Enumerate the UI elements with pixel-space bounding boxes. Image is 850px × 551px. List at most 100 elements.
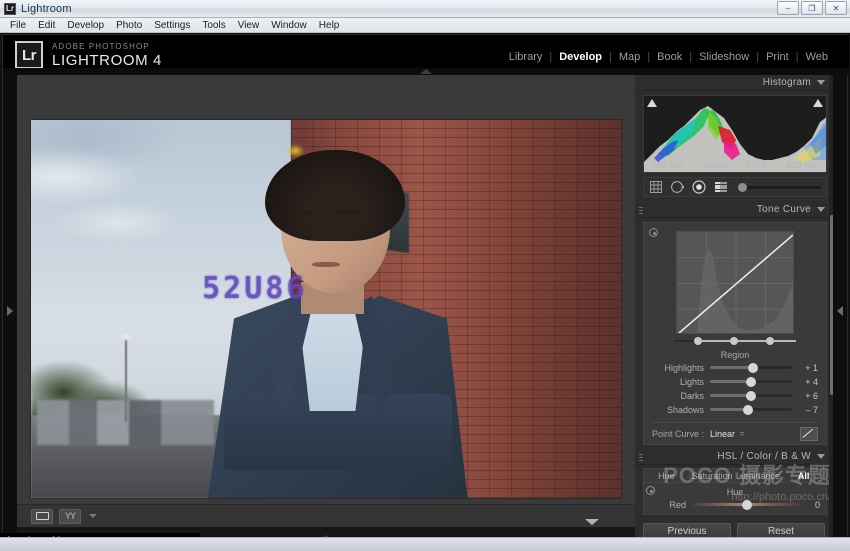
menu-item-settings[interactable]: Settings bbox=[148, 19, 196, 32]
region-split-shadow[interactable] bbox=[694, 337, 702, 345]
module-library[interactable]: Library bbox=[502, 51, 550, 63]
filmstrip-toggle-icon[interactable] bbox=[585, 519, 599, 525]
taskbar bbox=[0, 537, 850, 551]
menu-item-view[interactable]: View bbox=[232, 19, 266, 32]
module-map[interactable]: Map bbox=[612, 51, 647, 63]
maximize-icon: ❐ bbox=[808, 3, 816, 13]
chevron-left-icon bbox=[837, 306, 843, 316]
slider-hue-red[interactable]: Red 0 bbox=[650, 498, 820, 511]
slider-label-red: Red bbox=[669, 499, 686, 510]
exif-iso: ISO 640 bbox=[653, 160, 684, 170]
hsl-tab-all[interactable]: All bbox=[781, 471, 826, 481]
histogram-panel-header[interactable]: Histogram bbox=[635, 75, 835, 91]
slider-track-darks[interactable] bbox=[710, 390, 792, 401]
right-panel-collapse-handle[interactable] bbox=[833, 75, 847, 547]
slider-knob-lights[interactable] bbox=[746, 376, 756, 387]
tool-amount-slider[interactable] bbox=[738, 182, 821, 192]
slider-value-darks: + 6 bbox=[805, 390, 818, 401]
tone-curve-panel-header[interactable]: Tone Curve bbox=[635, 202, 835, 218]
slider-track-highlights[interactable] bbox=[710, 362, 792, 373]
maximize-button[interactable]: ❐ bbox=[801, 1, 823, 15]
photo-eye-left bbox=[293, 221, 312, 230]
point-curve-stepper-icon[interactable]: ≑ bbox=[739, 431, 745, 438]
tone-curve-title: Tone Curve bbox=[756, 204, 811, 215]
slider-label-shadows: Shadows bbox=[666, 404, 704, 415]
exif-aperture: f / 2.5 bbox=[746, 160, 767, 170]
menu-item-edit[interactable]: Edit bbox=[32, 19, 61, 32]
tone-curve-region-splits[interactable] bbox=[674, 337, 796, 345]
hsl-tab-luminance[interactable]: Luminance bbox=[736, 470, 782, 481]
top-panel-collapse-handle[interactable] bbox=[3, 68, 849, 75]
chevron-down-icon bbox=[817, 80, 825, 85]
slider-lights[interactable]: Lights + 4 bbox=[652, 375, 818, 388]
slider-knob-darks[interactable] bbox=[746, 390, 756, 401]
window-buttons: – ❐ ✕ bbox=[777, 1, 847, 15]
slider-track-red[interactable] bbox=[692, 499, 802, 510]
edit-point-curve-button[interactable] bbox=[800, 427, 818, 441]
slider-fill bbox=[710, 366, 753, 369]
chevron-down-icon[interactable] bbox=[89, 514, 97, 518]
hsl-tab-saturation[interactable]: Saturation bbox=[690, 470, 736, 481]
tone-curve-graph[interactable] bbox=[676, 231, 794, 334]
slider-value-highlights: + 1 bbox=[805, 362, 818, 373]
hsl-panel-header[interactable]: HSL / Color / B & W bbox=[635, 449, 835, 465]
spot-removal-icon[interactable] bbox=[670, 180, 685, 194]
menu-item-tools[interactable]: Tools bbox=[196, 19, 231, 32]
menu-item-file[interactable]: File bbox=[4, 19, 32, 32]
slider-knob-shadows[interactable] bbox=[742, 404, 753, 415]
slider-highlights[interactable]: Highlights + 1 bbox=[652, 361, 818, 374]
minimize-button[interactable]: – bbox=[777, 1, 799, 15]
crop-overlay-icon[interactable] bbox=[649, 180, 663, 194]
slider-track-lights[interactable] bbox=[710, 376, 792, 387]
panel-switch-icon[interactable] bbox=[639, 206, 643, 214]
menu-item-help[interactable]: Help bbox=[313, 19, 346, 32]
red-eye-icon[interactable] bbox=[692, 180, 706, 194]
histogram-title: Histogram bbox=[762, 77, 811, 88]
identity-plate[interactable]: Lr ADOBE PHOTOSHOP LIGHTROOM 4 bbox=[15, 41, 162, 69]
screen-root: Lr Lightroom – ❐ ✕ File Edit Develop Pho… bbox=[0, 0, 850, 551]
menu-item-develop[interactable]: Develop bbox=[61, 19, 110, 32]
before-after-button[interactable]: YY bbox=[59, 508, 81, 524]
panel-switch-icon[interactable] bbox=[639, 453, 643, 461]
menu-item-photo[interactable]: Photo bbox=[110, 19, 148, 32]
module-print[interactable]: Print bbox=[759, 51, 796, 63]
photo-streetlamp bbox=[125, 339, 128, 423]
lightroom-frame: Lr ADOBE PHOTOSHOP LIGHTROOM 4 Library |… bbox=[2, 34, 849, 547]
module-web[interactable]: Web bbox=[799, 51, 835, 63]
slider-track-shadows[interactable] bbox=[710, 404, 792, 415]
tone-curve-panel: Region Highlights + 1 Lights + 4 Darks +… bbox=[643, 222, 827, 445]
slider-shadows[interactable]: Shadows – 7 bbox=[652, 403, 818, 416]
region-split-mid[interactable] bbox=[730, 337, 738, 345]
right-panel: Histogram ISO 640 35 mm f / 2.5 1/50 sec… bbox=[635, 75, 835, 547]
highlight-clipping-icon[interactable] bbox=[813, 99, 823, 107]
targeted-adjustment-icon[interactable] bbox=[649, 228, 658, 237]
module-book[interactable]: Book bbox=[650, 51, 689, 63]
hsl-section-label: Hue bbox=[726, 487, 744, 497]
wordmark: ADOBE PHOTOSHOP LIGHTROOM 4 bbox=[52, 42, 162, 68]
window-title: Lightroom bbox=[21, 2, 72, 15]
module-slideshow[interactable]: Slideshow bbox=[692, 51, 756, 63]
loupe-view-button[interactable] bbox=[31, 508, 53, 524]
photo-canvas[interactable]: 52U86 bbox=[31, 120, 621, 498]
targeted-adjustment-icon[interactable] bbox=[646, 486, 655, 495]
menu-item-window[interactable]: Window bbox=[265, 19, 313, 32]
module-develop[interactable]: Develop bbox=[552, 51, 609, 63]
left-panel-collapse-handle[interactable] bbox=[3, 75, 17, 547]
menubar: File Edit Develop Photo Settings Tools V… bbox=[0, 18, 850, 33]
point-curve-value[interactable]: Linear bbox=[710, 429, 735, 439]
shadow-clipping-icon[interactable] bbox=[647, 99, 657, 107]
before-after-label: YY bbox=[64, 511, 76, 521]
tool-amount-knob[interactable] bbox=[738, 182, 747, 192]
histogram-graph[interactable]: ISO 640 35 mm f / 2.5 1/50 sec bbox=[643, 95, 827, 173]
close-button[interactable]: ✕ bbox=[825, 1, 847, 15]
slider-knob-red[interactable] bbox=[742, 499, 752, 510]
graduated-filter-icon[interactable] bbox=[713, 180, 729, 194]
tone-curve-svg bbox=[677, 232, 793, 333]
slider-knob-highlights[interactable] bbox=[747, 362, 758, 373]
hsl-tab-hue[interactable]: Hue bbox=[644, 470, 690, 481]
slider-darks[interactable]: Darks + 6 bbox=[652, 389, 818, 402]
app-icon: Lr bbox=[4, 2, 16, 15]
image-workspace: 52U86 YY bbox=[17, 75, 635, 547]
region-split-highlight[interactable] bbox=[766, 337, 774, 345]
photo-subject bbox=[208, 150, 468, 498]
